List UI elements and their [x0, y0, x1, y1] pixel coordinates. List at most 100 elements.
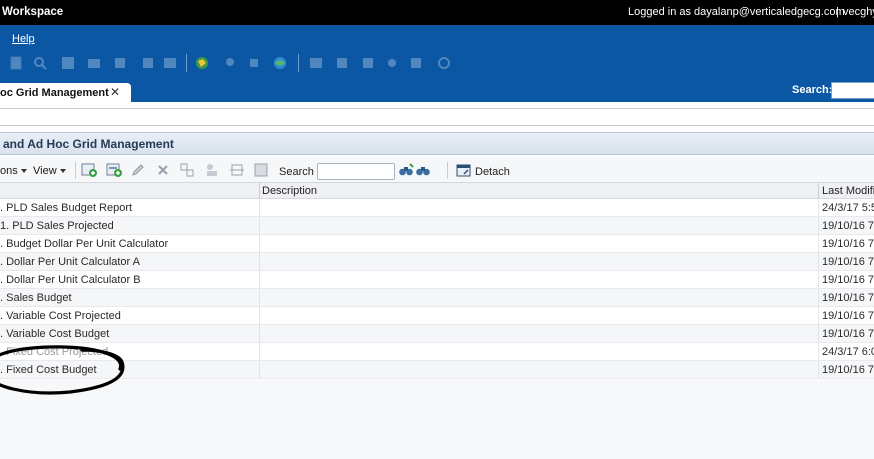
menu-help[interactable]: Help — [12, 33, 35, 45]
address-row — [0, 102, 874, 130]
view-menu-label: View — [33, 165, 57, 177]
add-grid-icon[interactable] — [81, 162, 97, 178]
grid-search-input[interactable] — [317, 163, 395, 180]
column-divider[interactable] — [259, 183, 260, 199]
chevron-down-icon — [59, 169, 66, 174]
search-binoculars-icon[interactable] — [398, 162, 414, 178]
new-icon[interactable] — [8, 55, 24, 71]
view-menu[interactable]: View — [33, 165, 66, 177]
topbar-separator: | — [836, 6, 839, 18]
spreadsheet-icon[interactable] — [253, 162, 269, 178]
row-description — [259, 199, 260, 217]
annotation-ellipse — [0, 345, 125, 395]
arrow-icon[interactable] — [246, 55, 262, 71]
column-header-last-modified[interactable]: Last Modifie — [822, 185, 874, 197]
table-row[interactable]: . Budget Dollar Per Unit Calculator 19/1… — [0, 235, 874, 253]
row-name[interactable]: . Variable Cost Budget — [0, 328, 109, 340]
row-description — [259, 343, 260, 361]
table-row[interactable]: 1. PLD Sales Projected 19/10/16 7 — [0, 217, 874, 235]
grid-column-headers: Description Last Modifie — [0, 183, 874, 199]
table-row[interactable]: . Variable Cost Budget 19/10/16 7 — [0, 325, 874, 343]
top-bar: Workspace Logged in as dayalanp@vertical… — [0, 0, 874, 25]
toolbar-divider — [298, 54, 299, 72]
column-divider[interactable] — [818, 183, 819, 199]
row-description — [259, 235, 260, 253]
row-name[interactable]: . Variable Cost Projected — [0, 310, 121, 322]
move-icon[interactable] — [179, 162, 195, 178]
app-title: Workspace — [2, 6, 64, 18]
tree-icon[interactable] — [112, 55, 128, 71]
tab-label: oc Grid Management — [0, 87, 109, 99]
user-menu[interactable]: vecghy — [843, 6, 874, 18]
panel-title: and Ad Hoc Grid Management — [3, 137, 174, 151]
table-row[interactable]: . Dollar Per Unit Calculator B 19/10/16 … — [0, 271, 874, 289]
actions-menu[interactable]: ons — [0, 165, 27, 177]
row-last-modified: 19/10/16 7 — [822, 328, 874, 340]
row-name[interactable]: 1. PLD Sales Projected — [0, 220, 114, 232]
main-toolbar — [0, 50, 874, 76]
column-divider — [818, 343, 819, 361]
detach-icon[interactable] — [456, 162, 472, 178]
sort-icon[interactable] — [408, 55, 424, 71]
layout-icon[interactable] — [308, 55, 324, 71]
add-form-icon[interactable] — [106, 162, 122, 178]
pin-icon[interactable] — [222, 55, 238, 71]
row-last-modified: 24/3/17 6:0 — [822, 346, 874, 358]
row-last-modified: 24/3/17 5:5 — [822, 202, 874, 214]
row-description — [259, 253, 260, 271]
row-description — [259, 325, 260, 343]
column-divider — [818, 253, 819, 271]
row-name[interactable]: . Dollar Per Unit Calculator A — [0, 256, 140, 268]
insert-icon[interactable] — [334, 55, 350, 71]
row-description — [259, 271, 260, 289]
address-field[interactable] — [0, 108, 874, 126]
column-divider — [818, 217, 819, 235]
row-last-modified: 19/10/16 7 — [822, 310, 874, 322]
edit-icon[interactable] — [130, 162, 146, 178]
panel-header: and Ad Hoc Grid Management — [0, 132, 874, 155]
header-search-label: Search: — [792, 84, 833, 96]
assign-access-icon[interactable] — [204, 162, 220, 178]
toolbar-divider — [75, 162, 76, 179]
row-last-modified: 19/10/16 7 — [822, 274, 874, 286]
table-row[interactable]: . Sales Budget 19/10/16 7 — [0, 289, 874, 307]
globe-run-icon[interactable] — [194, 55, 210, 71]
header-search-input[interactable] — [831, 82, 874, 99]
row-name[interactable]: . PLD Sales Budget Report — [0, 202, 132, 214]
close-icon[interactable]: ✕ — [110, 85, 120, 99]
export-icon[interactable] — [360, 55, 376, 71]
column-header-description[interactable]: Description — [262, 185, 317, 197]
column-divider — [818, 307, 819, 325]
globe-icon[interactable] — [272, 55, 288, 71]
toolbar-divider — [186, 54, 187, 72]
row-description — [259, 307, 260, 325]
delete-icon[interactable] — [155, 162, 171, 178]
tab-adhoc-grid-management[interactable]: oc Grid Management ✕ — [0, 83, 131, 102]
cube-icon[interactable] — [140, 55, 156, 71]
search-icon[interactable] — [32, 55, 48, 71]
column-divider — [818, 271, 819, 289]
column-divider — [818, 199, 819, 217]
row-description — [259, 289, 260, 307]
advanced-search-icon[interactable] — [415, 162, 431, 178]
filter-icon[interactable] — [384, 55, 400, 71]
row-name[interactable]: . Budget Dollar Per Unit Calculator — [0, 238, 168, 250]
row-last-modified: 19/10/16 7 — [822, 238, 874, 250]
table-row[interactable]: . Dollar Per Unit Calculator A 19/10/16 … — [0, 253, 874, 271]
row-name[interactable]: . Dollar Per Unit Calculator B — [0, 274, 141, 286]
save-icon[interactable] — [60, 55, 76, 71]
row-last-modified: 19/10/16 7 — [822, 220, 874, 232]
row-description — [259, 217, 260, 235]
mail-icon[interactable] — [86, 55, 102, 71]
properties-icon[interactable] — [229, 162, 245, 178]
detach-button[interactable]: Detach — [475, 166, 510, 178]
table-row[interactable]: . PLD Sales Budget Report 24/3/17 5:5 — [0, 199, 874, 217]
column-divider — [818, 289, 819, 307]
row-name[interactable]: . Sales Budget — [0, 292, 72, 304]
grid-icon[interactable] — [162, 55, 178, 71]
row-description — [259, 361, 260, 379]
table-row[interactable]: . Variable Cost Projected 19/10/16 7 — [0, 307, 874, 325]
grid-search-label: Search — [279, 166, 314, 178]
toolbar-divider — [447, 162, 448, 179]
refresh-icon[interactable] — [436, 55, 452, 71]
